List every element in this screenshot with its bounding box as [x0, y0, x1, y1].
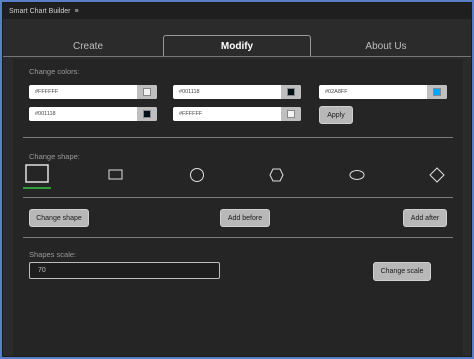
rectangle-icon	[108, 169, 123, 180]
color-field-3[interactable]: #02A8FF	[319, 85, 447, 99]
add-before-button[interactable]: Add before	[220, 209, 270, 227]
ellipse-icon	[349, 170, 365, 180]
color-swatch-4	[143, 110, 151, 118]
shapes-scale-label: Shapes scale:	[29, 250, 77, 259]
color-field-4[interactable]: #001118	[29, 107, 157, 121]
tab-modify[interactable]: Modify	[163, 35, 311, 57]
diamond-shape-option[interactable]	[428, 166, 446, 184]
apply-button[interactable]: Apply	[319, 106, 353, 124]
scale-value: 70	[38, 267, 46, 274]
hexagon-icon	[269, 168, 284, 182]
add-after-button[interactable]: Add after	[403, 209, 447, 227]
change-shape-label: Change shape:	[29, 152, 80, 161]
window-title: Smart Chart Builder	[9, 7, 71, 15]
color-value-3: #02A8FF	[325, 89, 348, 95]
color-picker-button-3[interactable]	[427, 85, 447, 99]
tab-create[interactable]: Create	[23, 35, 153, 57]
color-field-1[interactable]: #FFFFFF	[29, 85, 157, 99]
color-swatch-1	[143, 88, 151, 96]
color-swatch-3	[433, 88, 441, 96]
square-shape-option[interactable]	[23, 163, 53, 191]
color-field-2[interactable]: #001118	[173, 85, 301, 99]
scale-input[interactable]: 70	[29, 262, 220, 279]
divider-shape	[23, 197, 453, 198]
divider-colors	[23, 137, 453, 138]
change-shape-button[interactable]: Change shape	[29, 209, 89, 227]
color-value-2: #001118	[179, 89, 200, 95]
change-scale-button[interactable]: Change scale	[373, 262, 431, 281]
color-picker-button-2[interactable]	[281, 85, 301, 99]
color-picker-button-5[interactable]	[281, 107, 301, 121]
color-value-1: #FFFFFF	[35, 89, 59, 95]
tab-bar: Create Modify About Us	[3, 19, 471, 59]
divider-buttons	[23, 237, 453, 238]
rectangle-shape-option[interactable]	[107, 168, 125, 182]
tab-about-us[interactable]: About Us	[321, 35, 451, 57]
color-swatch-5	[287, 110, 295, 118]
square-icon	[25, 164, 49, 183]
ellipse-shape-option[interactable]	[347, 168, 367, 182]
diamond-icon	[429, 167, 445, 183]
color-picker-button-1[interactable]	[137, 85, 157, 99]
hexagon-shape-option[interactable]	[268, 167, 286, 183]
color-field-5[interactable]: #FFFFFF	[173, 107, 301, 121]
modify-panel: Change colors: #FFFFFF #001118 #02A8FF #…	[13, 59, 463, 356]
app-window: Smart Chart Builder ≡ Create Modify Abou…	[2, 2, 472, 357]
circle-icon	[190, 168, 204, 182]
color-picker-button-4[interactable]	[137, 107, 157, 121]
title-bar: Smart Chart Builder ≡	[3, 3, 471, 19]
menu-icon[interactable]: ≡	[74, 8, 78, 15]
tab-underline	[3, 56, 471, 57]
selected-underline	[23, 187, 51, 189]
color-value-5: #FFFFFF	[179, 111, 203, 117]
color-value-4: #001118	[35, 111, 56, 117]
color-swatch-2	[287, 88, 295, 96]
change-colors-label: Change colors:	[29, 67, 80, 76]
circle-shape-option[interactable]	[188, 167, 206, 185]
